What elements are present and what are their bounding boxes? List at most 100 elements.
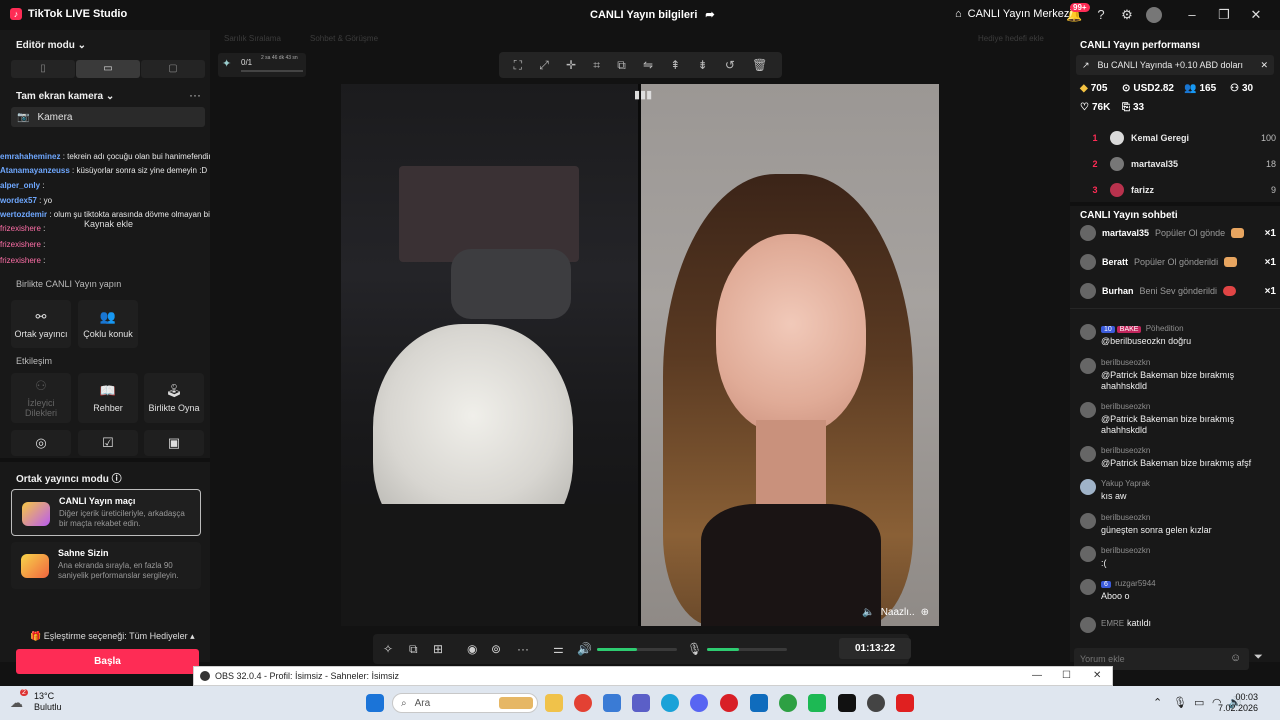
minimize-icon[interactable]: —: [1032, 670, 1042, 681]
help-icon[interactable]: ?: [1093, 7, 1109, 23]
fit-icon[interactable]: ⛶: [514, 58, 522, 73]
crop-icon[interactable]: ⌗: [593, 58, 600, 73]
chat-title: CANLI Yayın sohbeti: [1080, 210, 1178, 221]
camera-switch-icon[interactable]: ⊚: [491, 642, 501, 656]
extra-tile-3[interactable]: ▣: [144, 430, 204, 456]
guest-name: Naazlı..: [880, 607, 915, 618]
trash-icon[interactable]: 🗑: [752, 58, 767, 72]
add-layer-icon[interactable]: ⊞: [433, 642, 443, 656]
layer-up-icon[interactable]: ⇞: [670, 58, 680, 72]
add-source-button[interactable]: Kaynak ekle: [84, 219, 133, 229]
maximize-icon[interactable]: ❐: [1216, 7, 1232, 23]
portrait-mode-button[interactable]: ▯: [11, 60, 75, 78]
play-together-tile[interactable]: 🕹 Birlikte Oyna: [144, 373, 204, 423]
source-title[interactable]: Tam ekran kamera ⌄: [16, 91, 114, 102]
teams-icon[interactable]: [632, 694, 650, 712]
tiktok-logo-icon: ♪: [10, 8, 22, 20]
filter-icon[interactable]: ⏷: [1254, 651, 1263, 664]
chrome-icon[interactable]: [574, 694, 592, 712]
gift-goal-label[interactable]: Hediye hedefi ekle: [978, 34, 1044, 43]
windows-start-icon[interactable]: [366, 694, 384, 712]
duplicate-icon[interactable]: ⧉: [617, 58, 626, 73]
obs-window-bar[interactable]: OBS 32.0.4 - Profil: İsimsiz - Sahneler:…: [193, 666, 1113, 686]
volume-slider[interactable]: [597, 648, 677, 651]
browser-icon[interactable]: [779, 694, 797, 712]
progress-widget[interactable]: ✦ 0/1 2 sa 46 dk 43 sn: [218, 53, 306, 77]
landscape-mode-button[interactable]: ▭: [76, 60, 140, 78]
close-icon[interactable]: ✕: [1093, 670, 1101, 681]
camera-source-item[interactable]: 📷 Kamera: [11, 107, 205, 127]
volume-icon[interactable]: 🔊: [577, 642, 592, 656]
chat-username: berilbuseozkn: [1101, 546, 1151, 555]
layer-down-icon[interactable]: ⇟: [698, 58, 708, 72]
profile-avatar[interactable]: [1146, 7, 1162, 23]
overlay-chat-text: :: [43, 240, 46, 249]
youtube-icon[interactable]: [896, 694, 914, 712]
store-icon[interactable]: [603, 694, 621, 712]
chevron-up-icon[interactable]: ⌃: [1153, 696, 1162, 709]
chat-widget-label[interactable]: Sohbet & Görüşme: [310, 34, 378, 43]
magic-wand-icon[interactable]: ✧: [383, 642, 393, 656]
extra-tile-2[interactable]: ☑: [78, 430, 138, 456]
close-icon[interactable]: ✕: [1248, 7, 1264, 23]
editor-mode-dropdown[interactable]: Editör modu ⌄: [16, 40, 86, 51]
stream-preview[interactable]: ▮▮▮ 🔈 Naazlı.. ⊕: [341, 84, 939, 626]
viewers-stat: 👥 165: [1184, 83, 1216, 94]
settings-gear-icon[interactable]: ⚙: [1119, 7, 1135, 23]
guide-tile[interactable]: 📖 Rehber: [78, 373, 138, 423]
ranking-widget-label[interactable]: Sarılık Sıralama: [224, 34, 281, 43]
tiktok-studio-icon[interactable]: [838, 694, 856, 712]
cohost-tile[interactable]: ⚯ Ortak yayıncı: [11, 300, 71, 348]
mic-slider[interactable]: [707, 648, 787, 651]
taskbar-search[interactable]: ⌕ Ara: [392, 693, 538, 713]
live-info-button[interactable]: CANLI Yayın bilgileri ➦: [590, 8, 715, 22]
performance-banner[interactable]: ↗ Bu CANLI Yayında +0.10 ABD doları ✕: [1076, 55, 1274, 75]
effects-icon[interactable]: ⧉: [409, 642, 418, 657]
minimize-icon[interactable]: –: [1184, 7, 1200, 23]
app-icon[interactable]: [808, 694, 826, 712]
microphone-icon[interactable]: 🎙: [1173, 696, 1187, 709]
monitor-icon[interactable]: ▭: [1194, 696, 1204, 709]
expand-icon[interactable]: ⤢: [539, 58, 549, 73]
ranking-row[interactable]: 1 Kemal Geregi 100: [1080, 130, 1276, 146]
record-icon[interactable]: ◉: [467, 642, 477, 656]
viewer-requests-tile[interactable]: ⚇ İzleyici Dilekleri: [11, 373, 71, 423]
taskbar-clock[interactable]: 00:03 7.02.2026: [1218, 692, 1258, 714]
host-shirt: [341, 504, 638, 626]
extra-tile-1[interactable]: ◎: [11, 430, 71, 456]
mail-icon[interactable]: [750, 694, 768, 712]
flip-icon[interactable]: ⇋: [643, 58, 653, 72]
match-option-dropdown[interactable]: 🎁 Eşleştirme seçeneği: Tüm Hediyeler ▴: [30, 631, 195, 642]
more-icon[interactable]: ···: [517, 642, 529, 656]
center-icon[interactable]: ✛: [566, 58, 576, 72]
ranking-row[interactable]: 2 martaval35 18: [1080, 156, 1276, 172]
microphone-icon[interactable]: 🎙: [687, 642, 702, 656]
close-banner-icon[interactable]: ✕: [1260, 60, 1268, 71]
chat-message: 6 ruzgar5944 Aboo o: [1080, 579, 1276, 605]
emoji-icon[interactable]: ☺: [1230, 652, 1241, 664]
mixer-icon[interactable]: ⚌: [553, 642, 564, 656]
multi-guest-tile[interactable]: 👥 Çoklu konuk: [78, 300, 138, 348]
obs-icon[interactable]: [867, 694, 885, 712]
edge-icon[interactable]: [661, 694, 679, 712]
obs-title: OBS 32.0.4 - Profil: İsimsiz - Sahneler:…: [215, 671, 400, 681]
live-center-button[interactable]: ⌂ CANLI Yayın Merkezi: [955, 8, 1072, 20]
live-match-card[interactable]: CANLI Yayın maçı Diğer içerik üreticiler…: [11, 489, 201, 536]
search-placeholder: Ara: [414, 697, 431, 709]
help-icon[interactable]: ⓘ: [112, 474, 122, 485]
file-explorer-icon[interactable]: [545, 694, 563, 712]
weather-widget[interactable]: ☁ 2 13°C Bulutlu: [10, 689, 62, 713]
layout-mode-button[interactable]: ▢: [141, 60, 205, 78]
undo-icon[interactable]: ↺: [725, 58, 735, 72]
stage-card[interactable]: Sahne Sizin Ana ekranda sırayla, en fazl…: [11, 542, 201, 589]
rank-number: 3: [1092, 185, 1098, 195]
opera-icon[interactable]: [720, 694, 738, 712]
chat-message: berilbuseozkn :(: [1080, 546, 1276, 572]
ranking-row[interactable]: 3 farizz 9: [1080, 182, 1276, 198]
guest-label[interactable]: 🔈 Naazlı.. ⊕: [862, 607, 929, 618]
stage-desc: Ana ekranda sırayla, en fazla 90 saniyel…: [58, 561, 179, 580]
start-button[interactable]: Başla: [16, 649, 199, 674]
discord-icon[interactable]: [690, 694, 708, 712]
maximize-icon[interactable]: ☐: [1062, 670, 1071, 681]
more-options-icon[interactable]: ···: [189, 88, 201, 102]
